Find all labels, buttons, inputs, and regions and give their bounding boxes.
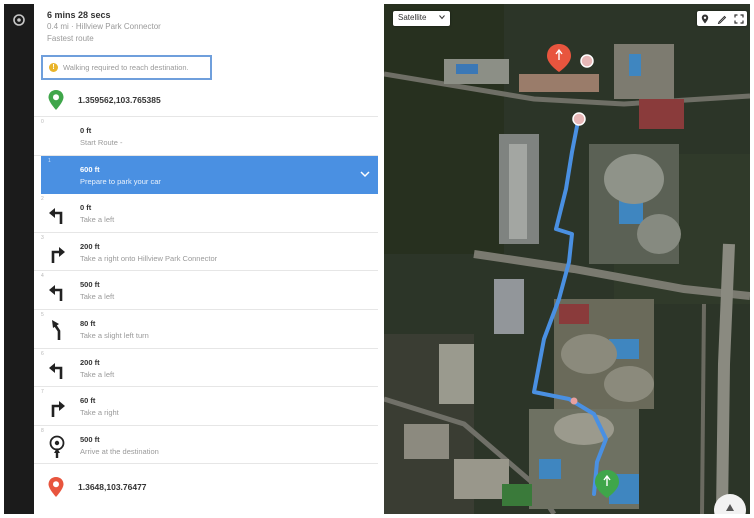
step-number: 1 [48,157,51,164]
walking-warning: ! Walking required to reach destination. [41,55,212,80]
step-distance: 200 ft [80,241,100,251]
map-type-label: Satellite [398,13,427,22]
app-frame: 6 mins 28 secs 0.4 mi · Hillview Park Co… [0,0,754,518]
step-number: 7 [41,389,44,396]
step-number: 4 [41,273,44,280]
route-distance: 0.4 mi · Hillview Park Connector [47,22,161,31]
step-row[interactable]: 7 60 ft Take a right [34,387,378,426]
step-distance: 200 ft [80,357,100,367]
step-row[interactable]: 4 500 ft Take a left [34,271,378,310]
route-type: Fastest route [47,34,94,43]
step-instruction: Take a left [80,292,115,302]
step-number: 0 [41,119,44,125]
map-type-select[interactable]: Satellite [393,11,450,26]
directions-steps-list: 0 0 ft Start Route - 1 600 ft Prepare to… [34,117,378,465]
chevron-down-icon[interactable] [360,170,370,178]
green-location-pin-icon [48,90,64,110]
route-duration: 6 mins 28 secs [47,10,111,20]
pencil-icon[interactable] [717,14,727,24]
chevron-down-icon [439,15,445,20]
step-instruction: Arrive at the destination [80,446,159,456]
destination-coordinates: 1.3648,103.76477 [78,481,147,492]
step-instruction: Start Route - [80,138,123,147]
origin-coordinates: 1.359562,103.765385 [78,95,161,105]
settings-gear-icon[interactable] [12,13,26,27]
step-distance: 500 ft [80,280,100,290]
step-row[interactable]: 0 0 ft Start Route - [34,117,378,156]
fullscreen-icon[interactable] [734,13,744,24]
turn-left-icon [49,362,63,379]
step-row[interactable]: 5 80 ft Take a slight left turn [34,310,378,349]
arrive-destination-icon [49,435,65,458]
step-row[interactable]: 2 0 ft Take a left [34,194,378,233]
directions-panel: 6 mins 28 secs 0.4 mi · Hillview Park Co… [34,4,384,514]
step-instruction: Take a left [80,369,115,379]
step-row-active[interactable]: 1 600 ft Prepare to park your car [41,155,378,195]
red-location-pin-icon [48,476,64,497]
step-instruction: Prepare to park your car [80,176,161,186]
step-row[interactable]: 8 500 ft Arrive at the destination [34,426,378,465]
step-instruction: Take a right onto Hillview Park Connecto… [80,253,218,263]
step-instruction: Take a right [80,408,119,418]
turn-left-icon [49,285,63,302]
pin-icon[interactable] [700,14,710,24]
destination-row[interactable]: 1.3648,103.76477 [34,469,378,504]
origin-row[interactable]: 1.359562,103.765385 [34,84,378,117]
step-distance: 0 ft [80,203,92,213]
step-row[interactable]: 6 200 ft Take a left [34,349,378,388]
route-waypoint-marker[interactable] [580,54,594,68]
slight-left-icon [52,319,61,340]
turn-left-icon [49,208,63,225]
route-waypoint-marker[interactable] [572,112,586,126]
warning-text: Walking required to reach destination. [63,63,189,72]
step-distance: 60 ft [80,396,96,406]
map-toolbar [697,11,747,26]
step-number: 6 [41,350,44,357]
route-summary: 6 mins 28 secs 0.4 mi · Hillview Park Co… [34,4,384,80]
turn-right-icon [51,401,65,418]
compass-arrow-icon [726,504,734,511]
step-number: 8 [41,427,44,434]
step-distance: 80 ft [80,318,96,328]
step-number: 2 [41,196,44,203]
step-row[interactable]: 3 200 ft Take a right onto Hillview Park… [34,233,378,272]
turn-right-icon [51,246,65,263]
warning-icon: ! [49,63,58,72]
satellite-map[interactable] [384,4,750,514]
step-number: 3 [41,234,44,241]
step-distance: 600 ft [80,164,100,174]
map-view[interactable]: Satellite [384,4,750,514]
left-rail [4,4,34,514]
step-distance: 500 ft [80,434,100,444]
step-instruction: Take a slight left turn [80,330,149,340]
step-number: 5 [41,311,44,318]
step-instruction: Take a left [80,215,115,225]
step-distance: 0 ft [80,126,92,135]
